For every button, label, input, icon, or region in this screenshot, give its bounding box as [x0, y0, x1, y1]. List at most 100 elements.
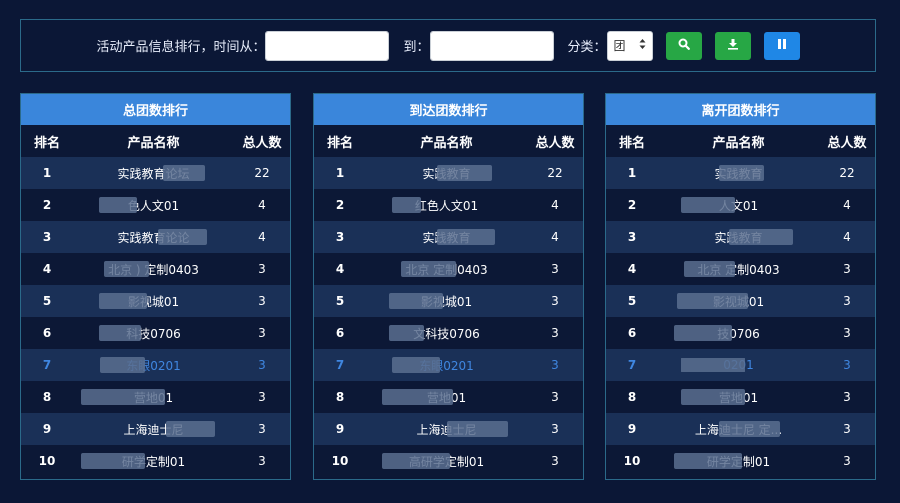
date-from-label: 活动产品信息排行，时间从：: [96, 40, 266, 55]
table-row[interactable]: 8 营地01 3: [21, 381, 290, 413]
date-to-input[interactable]: [430, 31, 553, 60]
count-cell: 22: [254, 166, 270, 180]
rank-cell: 10: [38, 454, 56, 468]
header-count: 总人数: [535, 135, 575, 151]
table-header-row: 排名 产品名称 总人数: [314, 125, 583, 157]
table-row[interactable]: 5 影视城01 3: [606, 285, 875, 317]
count-cell: 3: [843, 422, 851, 436]
category-label: 分类：: [567, 40, 607, 55]
table-row[interactable]: 8 营地01 3: [314, 381, 583, 413]
redaction-mask: [674, 453, 742, 469]
search-button[interactable]: [665, 31, 702, 60]
pause-button[interactable]: [763, 31, 800, 60]
redaction-mask: [382, 389, 453, 405]
table-row[interactable]: 10 研学定制01 3: [21, 445, 290, 477]
search-icon: [678, 38, 690, 54]
rank-cell: 1: [627, 166, 637, 180]
category-select[interactable]: 团: [606, 30, 653, 61]
table-row[interactable]: 7 0201 3: [606, 349, 875, 381]
redaction-mask: [98, 325, 141, 341]
table-row[interactable]: 3 实践教育论论 4: [21, 221, 290, 253]
table-row[interactable]: 6 文科技0706 3: [314, 317, 583, 349]
header-name: 产品名称: [420, 135, 473, 151]
rank-cell: 7: [627, 358, 637, 372]
download-button[interactable]: [714, 31, 751, 60]
date-from-field[interactable]: [265, 30, 390, 61]
sort-caret-icon: [639, 38, 646, 53]
panel-title: 到达团数排行: [314, 94, 583, 125]
table-row[interactable]: 2 人文01 4: [606, 189, 875, 221]
redaction-mask: [680, 358, 745, 372]
rank-cell: 1: [335, 166, 345, 180]
table-row[interactable]: 8 营地01 3: [606, 381, 875, 413]
table-row[interactable]: 3 实践教育 4: [314, 221, 583, 253]
rank-cell: 6: [627, 326, 637, 340]
product-name-cell: 上海迪士尼 定...: [658, 421, 819, 438]
table-row[interactable]: 1 实践教育论坛 22: [21, 157, 290, 189]
table-row[interactable]: 10 高研学定制01 3: [314, 445, 583, 477]
table-row[interactable]: 2 色人文01 4: [21, 189, 290, 221]
table-row[interactable]: 1 实践教育 22: [606, 157, 875, 189]
count-cell: 3: [551, 454, 559, 468]
table-row[interactable]: 4 北京 ) 定制0403 3: [21, 253, 290, 285]
count-cell: 3: [551, 358, 559, 372]
table-row[interactable]: 4 北京 定制0403 3: [606, 253, 875, 285]
count-cell: 3: [551, 390, 559, 404]
panel-total-groups: 总团数排行 排名 产品名称 总人数 1 实践教育论坛 22 2 色人文01 4 3 实践教育论论 4 4 北…: [20, 93, 291, 480]
table-header-row: 排名 产品名称 总人数: [21, 125, 290, 157]
table-row[interactable]: 9 上海迪士尼 定... 3: [606, 413, 875, 445]
count-cell: 3: [551, 422, 559, 436]
table-row[interactable]: 6 科技0706 3: [21, 317, 290, 349]
pause-icon: [776, 38, 788, 54]
rank-cell: 3: [627, 230, 637, 244]
rank-cell: 2: [42, 198, 52, 212]
table-row[interactable]: 4 北京 定制0403 3: [314, 253, 583, 285]
product-name-text: 红色人文01: [414, 198, 479, 213]
header-rank: 排名: [618, 135, 645, 151]
product-name-cell: 影视城01: [658, 293, 819, 310]
table-row[interactable]: 5 影视城01 3: [21, 285, 290, 317]
table-row[interactable]: 1 实践教育 22: [314, 157, 583, 189]
count-cell: 3: [843, 262, 851, 276]
panel-title: 总团数排行: [21, 94, 290, 125]
table-row[interactable]: 7 东眼0201 3: [21, 349, 290, 381]
product-name-cell: 上海迪士尼: [366, 421, 527, 438]
table-row[interactable]: 6 技0706 3: [606, 317, 875, 349]
redaction-mask: [391, 357, 441, 373]
product-name-cell: 东眼0201: [366, 357, 527, 374]
panel-title: 离开团数排行: [606, 94, 875, 125]
count-cell: 3: [258, 294, 266, 308]
product-name-cell: 实践教育: [366, 229, 527, 246]
redaction-mask: [98, 197, 138, 213]
table-row[interactable]: 5 影视城01 3: [314, 285, 583, 317]
date-to-label: 到：: [403, 40, 430, 55]
rank-cell: 9: [335, 422, 345, 436]
rank-cell: 4: [42, 262, 52, 276]
table-row[interactable]: 2 红色人文01 4: [314, 189, 583, 221]
count-cell: 4: [258, 198, 266, 212]
table-row[interactable]: 3 实践教育 4: [606, 221, 875, 253]
product-name-cell: 影视城01: [366, 293, 527, 310]
product-name-cell: 人文01: [658, 197, 819, 214]
table-row[interactable]: 9 上海迪士尼 3: [314, 413, 583, 445]
table-row[interactable]: 7 东眼0201 3: [314, 349, 583, 381]
date-to-field[interactable]: [429, 30, 554, 61]
redaction-mask: [680, 197, 736, 213]
rank-cell: 5: [335, 294, 345, 308]
header-count: 总人数: [827, 135, 867, 151]
date-from-input[interactable]: [266, 31, 389, 60]
redaction-mask: [388, 325, 424, 341]
download-icon: [727, 38, 739, 54]
count-cell: 4: [551, 230, 559, 244]
product-name-cell: 影视城01: [73, 293, 234, 310]
product-name-cell: 实践教育: [658, 165, 819, 182]
header-rank: 排名: [33, 135, 60, 151]
product-name-cell: 上海迪士尼: [73, 421, 234, 438]
rank-cell: 3: [42, 230, 52, 244]
count-cell: 3: [258, 422, 266, 436]
table-row[interactable]: 10 研学定制01 3: [606, 445, 875, 477]
product-name-cell: 东眼0201: [73, 357, 234, 374]
product-name-cell: 实践教育论论: [73, 229, 234, 246]
table-row[interactable]: 9 上海迪士尼 3: [21, 413, 290, 445]
rank-cell: 1: [42, 166, 52, 180]
